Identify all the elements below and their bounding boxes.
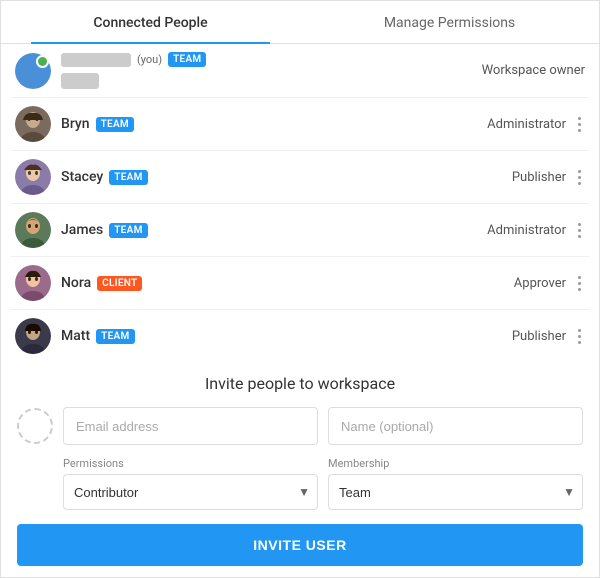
- matt-name: Matt: [61, 328, 90, 344]
- james-tag: TEAM: [109, 223, 147, 238]
- james-role-section: Administrator: [487, 221, 585, 240]
- avatar-stacey: [15, 159, 51, 195]
- permissions-group: Permissions Contributor Publisher Admini…: [63, 457, 318, 510]
- dot3: [578, 235, 581, 238]
- avatar-you: [15, 53, 51, 89]
- permissions-label: Permissions: [63, 457, 318, 470]
- avatar-james-svg: [15, 212, 51, 248]
- invite-section: Invite people to workspace Permissions C…: [1, 362, 599, 510]
- tab-connected-people-label: Connected People: [93, 15, 207, 31]
- invite-selects: Permissions Contributor Publisher Admini…: [17, 457, 583, 510]
- invite-user-button[interactable]: INVITE USER: [17, 524, 583, 566]
- bryn-name: Bryn: [61, 116, 90, 132]
- matt-role-section: Publisher: [512, 327, 585, 346]
- james-name: James: [61, 222, 103, 238]
- stacey-role: Publisher: [512, 170, 566, 185]
- nora-menu[interactable]: [574, 274, 585, 293]
- tab-bar: Connected People Manage Permissions: [1, 1, 599, 44]
- dot2: [578, 176, 581, 179]
- avatar-bryn-svg: [15, 106, 51, 142]
- user-list: (you) TEAM Workspace owner: [1, 44, 599, 362]
- stacey-name: Stacey: [61, 169, 103, 185]
- user-info-matt: Matt TEAM: [61, 328, 512, 344]
- dot1: [578, 170, 581, 173]
- you-name-row: (you) TEAM: [61, 52, 206, 67]
- membership-label: Membership: [328, 457, 583, 470]
- avatar-james: [15, 212, 51, 248]
- avatar-matt-svg: [15, 318, 51, 354]
- matt-role: Publisher: [512, 329, 566, 344]
- dot1: [578, 117, 581, 120]
- bryn-tag: TEAM: [96, 117, 134, 132]
- bryn-role-section: Administrator: [487, 115, 585, 134]
- bryn-role: Administrator: [487, 117, 566, 132]
- dot2: [578, 282, 581, 285]
- you-blurred-email: [61, 73, 99, 89]
- membership-select[interactable]: Team Client: [328, 474, 583, 510]
- tab-connected-people[interactable]: Connected People: [1, 1, 300, 43]
- james-menu[interactable]: [574, 221, 585, 240]
- dot3: [578, 288, 581, 291]
- invite-avatar-placeholder: [17, 408, 53, 444]
- nora-role-section: Approver: [514, 274, 585, 293]
- you-team-tag: TEAM: [168, 52, 206, 67]
- you-label: (you): [137, 53, 162, 66]
- user-row-you: (you) TEAM Workspace owner: [11, 44, 589, 98]
- user-info-james: James TEAM: [61, 222, 487, 238]
- bryn-menu[interactable]: [574, 115, 585, 134]
- matt-menu[interactable]: [574, 327, 585, 346]
- you-blurred-name: [61, 53, 131, 67]
- dot3: [578, 129, 581, 132]
- user-info-nora: Nora CLIENT: [61, 275, 514, 291]
- dot3: [578, 341, 581, 344]
- user-row-matt: Matt TEAM Publisher: [11, 310, 589, 362]
- stacey-role-section: Publisher: [512, 168, 585, 187]
- james-role: Administrator: [487, 223, 566, 238]
- membership-select-wrapper: Team Client ▼: [328, 474, 583, 510]
- tab-manage-permissions[interactable]: Manage Permissions: [300, 1, 599, 43]
- user-info-bryn: Bryn TEAM: [61, 116, 487, 132]
- tab-manage-permissions-label: Manage Permissions: [384, 15, 515, 31]
- dot1: [578, 276, 581, 279]
- nora-role: Approver: [514, 276, 566, 291]
- permissions-select-wrapper: Contributor Publisher Administrator Appr…: [63, 474, 318, 510]
- name-field[interactable]: [328, 407, 583, 445]
- dot1: [578, 329, 581, 332]
- you-name-block: (you) TEAM: [61, 52, 206, 89]
- user-info-stacey: Stacey TEAM: [61, 169, 512, 185]
- avatar-matt: [15, 318, 51, 354]
- user-row-james: James TEAM Administrator: [11, 204, 589, 257]
- you-email-row: [61, 70, 206, 89]
- avatar-nora: [15, 265, 51, 301]
- membership-group: Membership Team Client ▼: [328, 457, 583, 510]
- stacey-menu[interactable]: [574, 168, 585, 187]
- invite-title: Invite people to workspace: [17, 374, 583, 393]
- invite-inputs: [17, 407, 583, 445]
- user-info-you: (you) TEAM: [61, 52, 482, 89]
- dot3: [578, 182, 581, 185]
- dot2: [578, 123, 581, 126]
- dot1: [578, 223, 581, 226]
- user-row-bryn: Bryn TEAM Administrator: [11, 98, 589, 151]
- matt-tag: TEAM: [96, 329, 134, 344]
- permissions-select[interactable]: Contributor Publisher Administrator Appr…: [63, 474, 318, 510]
- avatar-stacey-svg: [15, 159, 51, 195]
- avatar-bryn: [15, 106, 51, 142]
- nora-name: Nora: [61, 275, 91, 291]
- email-field[interactable]: [63, 407, 318, 445]
- user-row-nora: Nora CLIENT Approver: [11, 257, 589, 310]
- you-role-section: Workspace owner: [482, 63, 585, 78]
- nora-tag: CLIENT: [97, 276, 142, 291]
- stacey-tag: TEAM: [109, 170, 147, 185]
- user-row-stacey: Stacey TEAM Publisher: [11, 151, 589, 204]
- dot2: [578, 335, 581, 338]
- avatar-nora-svg: [15, 265, 51, 301]
- dot2: [578, 229, 581, 232]
- you-role: Workspace owner: [482, 63, 585, 78]
